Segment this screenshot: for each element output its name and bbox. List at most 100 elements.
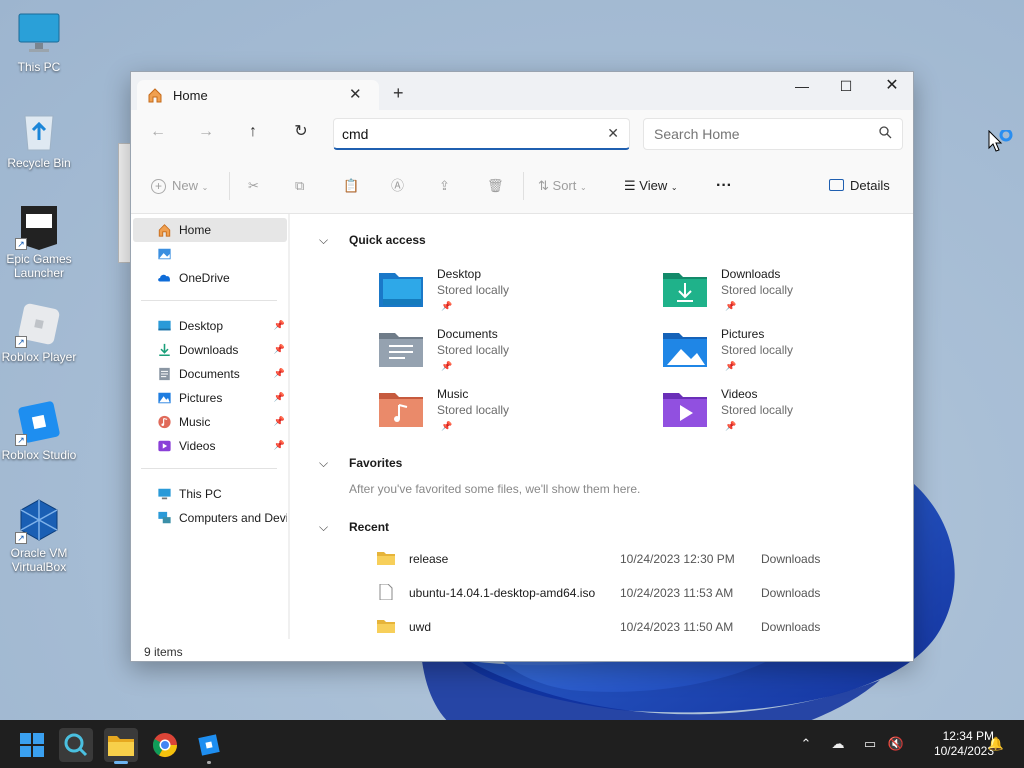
plus-circle-icon: + (151, 179, 166, 194)
minimize-button[interactable]: — (779, 72, 825, 102)
nav-item-network[interactable]: Computers and Devices (133, 506, 287, 530)
recent-header[interactable]: ⌵ Recent (319, 520, 389, 534)
pin-icon: 📌 (441, 301, 453, 311)
nav-item-this-pc[interactable]: This PC (133, 482, 287, 506)
address-bar-row: ← → ↑ ↻ ✕ (131, 110, 913, 158)
navigation-pane-scrollbar[interactable] (288, 214, 290, 639)
desktop-icon-recycle-bin[interactable]: Recycle Bin (0, 108, 78, 170)
videos-folder-icon (663, 393, 707, 427)
refresh-button[interactable]: ↻ (291, 124, 311, 140)
scissors-icon: ✂ (248, 178, 259, 193)
show-hidden-icons-button[interactable]: ⌃ (796, 736, 816, 752)
notification-bell-icon[interactable]: 🔔 (986, 736, 1006, 752)
shortcut-arrow-icon: ↗ (15, 336, 27, 348)
navigation-pane: Home OneDrive Desktop 📌 Downloads 📌 Docu… (131, 214, 291, 639)
volume-muted-icon[interactable]: 🔇 (886, 736, 906, 752)
quick-access-item-documents[interactable]: Documents Stored locally 📌 (379, 327, 619, 383)
quick-access-item-downloads[interactable]: Downloads Stored locally 📌 (663, 267, 903, 323)
title-bar: Home ✕ + — ☐ ✕ (131, 72, 913, 110)
nav-item-gallery[interactable] (133, 242, 287, 266)
desktop-icon-epic-games[interactable]: ↗ Epic Games Launcher (0, 204, 78, 280)
paste-button[interactable]: 📋 (343, 178, 359, 194)
nav-item-music[interactable]: Music 📌 (133, 410, 287, 434)
up-button[interactable]: ↑ (243, 124, 263, 140)
address-field[interactable]: ✕ (333, 118, 630, 150)
recent-file-name: ubuntu-14.04.1-desktop-amd64.iso (409, 586, 596, 600)
nav-item-onedrive[interactable]: OneDrive (133, 266, 287, 290)
share-button[interactable]: ⇪ (439, 178, 450, 194)
nav-item-desktop[interactable]: Desktop 📌 (133, 314, 287, 338)
chrome-icon (152, 733, 177, 758)
clear-address-icon[interactable]: ✕ (607, 125, 619, 142)
file-explorer-window: Home ✕ + — ☐ ✕ ← → ↑ ↻ ✕ + New ⌄ ✂ ⧉ 📋 Ⓐ … (130, 71, 914, 662)
desktop-folder-icon (158, 320, 171, 331)
roblox-studio-taskbar-button[interactable] (192, 728, 226, 764)
new-label: New (172, 178, 199, 193)
pin-icon[interactable]: 📌 (274, 368, 285, 379)
desktop-icon-virtualbox[interactable]: ↗ Oracle VM VirtualBox (0, 498, 78, 574)
pin-icon[interactable]: 📌 (274, 344, 285, 355)
start-button[interactable] (15, 728, 49, 762)
pin-icon[interactable]: 📌 (274, 416, 285, 427)
back-button[interactable]: ← (148, 124, 168, 140)
address-input[interactable] (342, 125, 592, 143)
system-clock[interactable]: 12:34 PM 10/24/2023 (906, 729, 994, 759)
recent-row[interactable]: release 10/24/2023 12:30 PM Downloads (377, 546, 907, 576)
clock-time: 12:34 PM (942, 729, 994, 743)
quick-access-item-desktop[interactable]: Desktop Stored locally 📌 (379, 267, 619, 323)
nav-item-pictures[interactable]: Pictures 📌 (133, 386, 287, 410)
new-tab-button[interactable]: + (393, 84, 404, 102)
file-icon (379, 584, 393, 600)
quick-access-item-pictures[interactable]: Pictures Stored locally 📌 (663, 327, 903, 383)
desktop-icon-roblox-studio[interactable]: ↗ Roblox Studio (0, 400, 78, 462)
view-button[interactable]: ☰ View ⌄ (624, 178, 678, 196)
divider (141, 300, 277, 301)
nav-item-videos[interactable]: Videos 📌 (133, 434, 287, 458)
tab-home[interactable]: Home ✕ (137, 80, 379, 110)
file-explorer-taskbar-button[interactable] (104, 728, 138, 764)
search-icon (64, 733, 88, 757)
copy-button[interactable]: ⧉ (295, 178, 304, 194)
nav-item-home[interactable]: Home (133, 218, 287, 242)
forward-button[interactable]: → (196, 124, 216, 140)
home-icon (158, 224, 171, 237)
desktop-icon-this-pc[interactable]: This PC (0, 12, 78, 74)
search-taskbar-button[interactable] (59, 728, 93, 762)
chrome-taskbar-button[interactable] (148, 728, 182, 762)
favorites-header[interactable]: ⌵ Favorites (319, 456, 403, 470)
gallery-icon (158, 248, 171, 260)
delete-button[interactable]: 🗑 (487, 178, 504, 194)
pin-icon[interactable]: 📌 (274, 320, 285, 331)
cloud-icon (158, 274, 170, 282)
network-tray-icon[interactable]: ▭ (860, 736, 880, 752)
recent-row[interactable]: ubuntu-14.04.1-desktop-amd64.iso 10/24/2… (377, 580, 907, 610)
nav-item-documents[interactable]: Documents 📌 (133, 362, 287, 386)
section-title: Favorites (349, 456, 403, 470)
quick-access-item-music[interactable]: Music Stored locally 📌 (379, 387, 619, 443)
details-button[interactable]: Details (829, 178, 890, 194)
nav-item-label: OneDrive (179, 271, 230, 285)
rename-button[interactable]: Ⓐ (391, 178, 404, 194)
pin-icon[interactable]: 📌 (274, 392, 285, 403)
search-input[interactable] (654, 126, 854, 142)
close-tab-icon[interactable]: ✕ (349, 85, 362, 103)
cut-button[interactable]: ✂ (248, 178, 259, 194)
quick-access-header[interactable]: ⌵ Quick access (319, 233, 426, 247)
desktop-icon-label: Roblox Player (1, 350, 77, 364)
new-button[interactable]: + New ⌄ (151, 178, 208, 196)
search-box[interactable] (643, 118, 903, 150)
quick-access-item-videos[interactable]: Videos Stored locally 📌 (663, 387, 903, 443)
onedrive-tray-icon[interactable]: ☁ (828, 736, 848, 752)
copy-icon: ⧉ (295, 178, 305, 193)
chevron-down-icon: ⌵ (319, 456, 329, 470)
pin-icon[interactable]: 📌 (274, 440, 285, 451)
chevron-down-icon: ⌄ (580, 183, 587, 192)
favorites-empty-text: After you've favorited some files, we'll… (349, 482, 641, 496)
desktop-icon-roblox-player[interactable]: ↗ Roblox Player (0, 302, 78, 364)
sort-button[interactable]: ⇅ Sort ⌄ (538, 178, 587, 196)
more-options-button[interactable]: ··· (716, 178, 732, 194)
nav-item-downloads[interactable]: Downloads 📌 (133, 338, 287, 362)
close-window-button[interactable]: ✕ (869, 72, 913, 102)
desktop-folder-icon (379, 273, 423, 307)
maximize-button[interactable]: ☐ (823, 72, 869, 102)
